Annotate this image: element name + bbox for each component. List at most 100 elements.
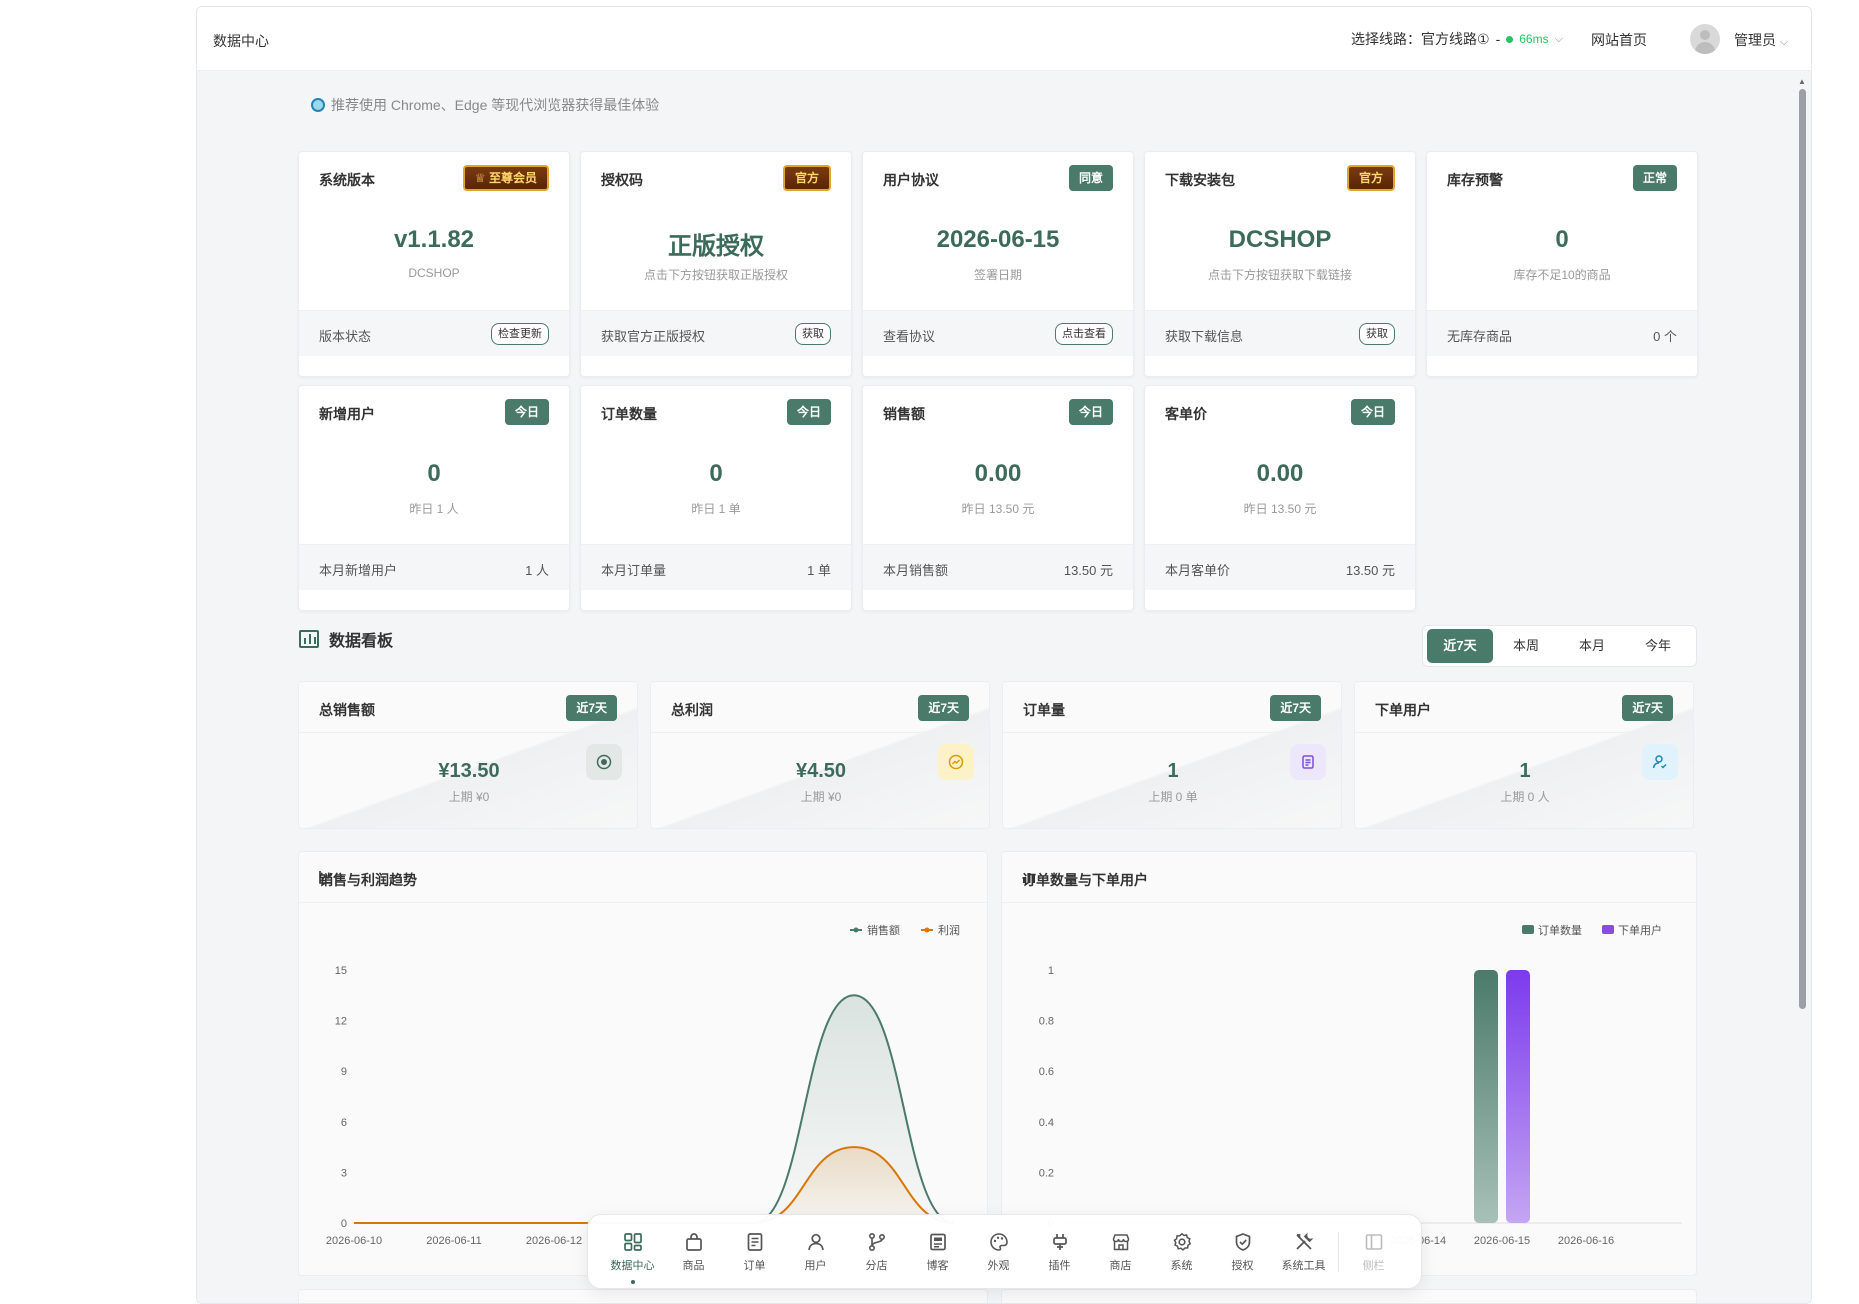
x-tick-label: 2026-06-16	[1558, 1235, 1614, 1247]
target-icon	[586, 744, 622, 780]
dock-item[interactable]: 系统	[1151, 1222, 1212, 1282]
period-tab[interactable]: 本周	[1493, 629, 1559, 663]
dock-item-label: 博客	[926, 1259, 949, 1272]
trend-icon	[938, 744, 974, 780]
dock-item[interactable]: 侧栏	[1343, 1222, 1404, 1282]
footer-action-button[interactable]: 点击查看	[1055, 323, 1113, 345]
footer-label: 无库存商品	[1447, 329, 1513, 344]
gear-icon	[1171, 1231, 1193, 1253]
footer-label: 本月新增用户	[319, 563, 398, 578]
card-footer: 获取官方正版授权 获取	[581, 310, 851, 356]
footer-action-button[interactable]: 获取	[1359, 323, 1395, 345]
store-icon	[1110, 1231, 1132, 1253]
dock-item[interactable]: 博客	[907, 1222, 968, 1282]
stat-title: 下单用户	[1375, 702, 1431, 718]
route-selector[interactable]: 选择线路：官方线路① - 66ms ⌵	[1351, 29, 1563, 49]
branch-icon	[866, 1231, 888, 1253]
dock-item[interactable]: 系统工具	[1273, 1222, 1334, 1282]
dock-item[interactable]: 用户	[785, 1222, 846, 1282]
card-title: 销售额	[883, 406, 925, 422]
globe-icon	[311, 98, 325, 112]
footer-action-button[interactable]: 获取	[795, 323, 831, 345]
dock-item-label: 商店	[1109, 1259, 1132, 1272]
period-tab[interactable]: 本月	[1559, 629, 1625, 663]
info-card: 授权码 官方 正版授权 点击下方按钮获取正版授权 获取官方正版授权 获取	[580, 151, 852, 377]
footer-label: 查看协议	[883, 329, 936, 344]
page-title: 数据中心	[213, 33, 269, 49]
sidebar-icon	[1363, 1231, 1385, 1253]
chevron-down-icon: ⌵	[1779, 36, 1789, 48]
legend-label: 下单用户	[1618, 923, 1662, 937]
card-footer: 本月订单量 1 单	[581, 544, 851, 590]
dock-item[interactable]: 分店	[846, 1222, 907, 1282]
status-badge: 官方	[1346, 165, 1395, 191]
period-badge: 近7天	[918, 695, 969, 721]
dock-item[interactable]: 插件	[1029, 1222, 1090, 1282]
y-tick-label: 9	[341, 1066, 347, 1078]
y-tick-label: 1	[1048, 965, 1054, 977]
dock-item-label: 用户	[804, 1259, 827, 1272]
user-check-icon	[1642, 744, 1678, 780]
article-icon	[927, 1231, 949, 1253]
dock-item[interactable]: 订单	[724, 1222, 785, 1282]
stat-card: 总利润 近7天 ¥4.50 上期 ¥0	[650, 681, 990, 829]
legend-marker	[1602, 925, 1614, 934]
card-footer: 查看协议 点击查看	[863, 310, 1133, 356]
x-tick-label: 2026-06-12	[526, 1235, 582, 1247]
orders-users-chart: 订单数量与下单用户 00.20.40.60.812026-06-142026-0…	[1001, 851, 1697, 1276]
bar	[1474, 970, 1498, 1223]
card-title: 订单数量	[601, 406, 657, 422]
bottom-dock: 数据中心 商品 订单 用户 分店 博客 外观 插件 商店 系统 授权 系统工具 侧栏	[587, 1214, 1422, 1289]
dock-item-label: 系统	[1170, 1259, 1193, 1272]
route-label: 选择线路：官方线路①	[1351, 31, 1490, 47]
card-subtitle: 点击下方按钮获取正版授权	[643, 268, 788, 282]
period-tab[interactable]: 今年	[1625, 629, 1691, 663]
browser-tip-text: 推荐使用 Chrome、Edge 等现代浏览器获得最佳体验	[331, 97, 660, 113]
footer-value: 1 单	[807, 563, 831, 578]
dashboard-title: 数据看板	[329, 633, 394, 650]
period-tabs: 近7天 本周 本月 今年	[1422, 625, 1697, 667]
scrollbar[interactable]: ▲	[1797, 77, 1807, 1303]
today-card: 客单价 今日 0.00 昨日 13.50 元本月客单价 13.50 元	[1144, 385, 1416, 611]
dock-item[interactable]: 外观	[968, 1222, 1029, 1282]
footer-label: 本月客单价	[1165, 563, 1231, 578]
bag-icon	[683, 1231, 705, 1253]
route-separator: -	[1495, 31, 1501, 47]
card-value: 0	[709, 460, 723, 487]
footer-value: 0 个	[1653, 329, 1677, 344]
scroll-up-icon[interactable]: ▲	[1798, 77, 1806, 86]
y-tick-label: 12	[335, 1016, 347, 1028]
chevron-down-icon: ⌵	[1554, 32, 1563, 45]
stat-previous: 上期 0 单	[1148, 790, 1198, 804]
user-menu[interactable]: 管理员 ⌵	[1734, 30, 1788, 50]
dock-item-label: 订单	[743, 1259, 766, 1272]
bar	[1506, 970, 1530, 1223]
period-badge: 近7天	[566, 695, 617, 721]
receipt-icon	[744, 1231, 766, 1253]
avatar[interactable]	[1690, 24, 1720, 54]
card-subtitle: 签署日期	[973, 268, 1022, 282]
card-footer: 版本状态 检查更新	[299, 310, 569, 356]
website-home-link[interactable]: 网站首页	[1591, 30, 1647, 50]
dock-item[interactable]: 数据中心	[602, 1222, 663, 1284]
card-subtitle: 库存不足10的商品	[1513, 268, 1611, 282]
plug-icon	[1049, 1231, 1071, 1253]
dock-item-label: 授权	[1231, 1259, 1254, 1272]
legend-label: 订单数量	[1538, 924, 1582, 937]
footer-action-button[interactable]: 检查更新	[491, 323, 549, 345]
dock-item[interactable]: 商店	[1090, 1222, 1151, 1282]
dock-item[interactable]: 授权	[1212, 1222, 1273, 1282]
x-tick-label: 2026-06-11	[426, 1235, 481, 1247]
card-footer: 获取下载信息 获取	[1145, 310, 1415, 356]
info-card: 系统版本 ♕ 至尊会员 v1.1.82 DCSHOP 版本状态 检查更新	[298, 151, 570, 377]
period-badge: 近7天	[1622, 695, 1673, 721]
legend-marker	[1522, 925, 1534, 934]
dock-item-label: 插件	[1048, 1259, 1071, 1272]
scrollbar-thumb[interactable]	[1799, 89, 1806, 1009]
dock-item[interactable]: 商品	[663, 1222, 724, 1282]
card-subtitle: 昨日 1 人	[409, 502, 459, 516]
series-area	[354, 1147, 954, 1223]
period-tab[interactable]: 近7天	[1427, 629, 1493, 663]
card-title: 库存预警	[1447, 172, 1503, 188]
period-badge: 近7天	[1270, 695, 1321, 721]
